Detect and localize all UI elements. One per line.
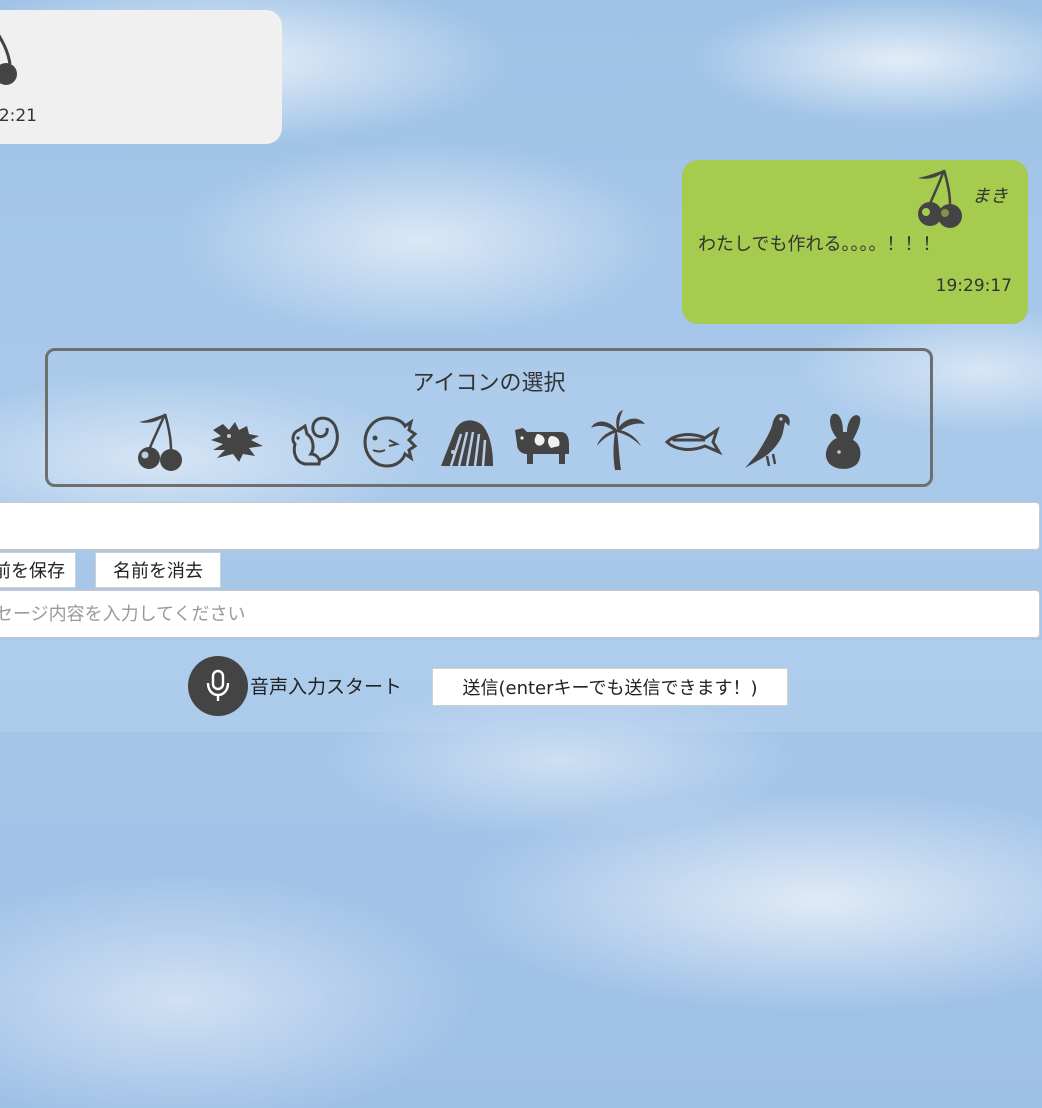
message-bubble-mine: まき わたしでも作れる。。。。！！！ 19:29:17 [682,160,1028,324]
rabbit-icon[interactable] [808,409,884,473]
squirrel-icon[interactable] [276,409,352,473]
cow-icon[interactable] [504,409,580,473]
message-author: まき [972,186,1008,207]
message-bubble-other: 12:21 [0,10,282,144]
sunfish-icon[interactable] [352,409,428,473]
microphone-icon[interactable] [188,656,248,716]
message-time: 12:21 [0,106,37,126]
dragon-icon[interactable] [200,409,276,473]
voice-input-label[interactable]: 音声入力スタート [250,672,402,699]
cherry-icon [0,30,24,92]
parrot-icon[interactable] [732,409,808,473]
tuna-icon[interactable] [656,409,732,473]
cherry-icon[interactable] [124,409,200,473]
cherry-icon [914,166,968,234]
icon-picker-title: アイコンの選択 [412,371,566,396]
message-time: 19:29:17 [935,276,1012,296]
icon-picker: アイコンの選択 [45,348,933,487]
send-button[interactable]: 送信(enterキーでも送信できます！) [432,668,788,706]
zebra-icon[interactable] [428,409,504,473]
name-input[interactable] [0,502,1040,550]
palm-tree-icon[interactable] [580,409,656,473]
clear-name-button[interactable]: 名前を消去 [95,552,221,588]
save-name-button[interactable]: 前を保存 [0,552,76,588]
icon-picker-list [124,409,884,473]
message-input[interactable] [0,590,1040,638]
message-text: わたしでも作れる。。。。！！！ [698,234,941,255]
